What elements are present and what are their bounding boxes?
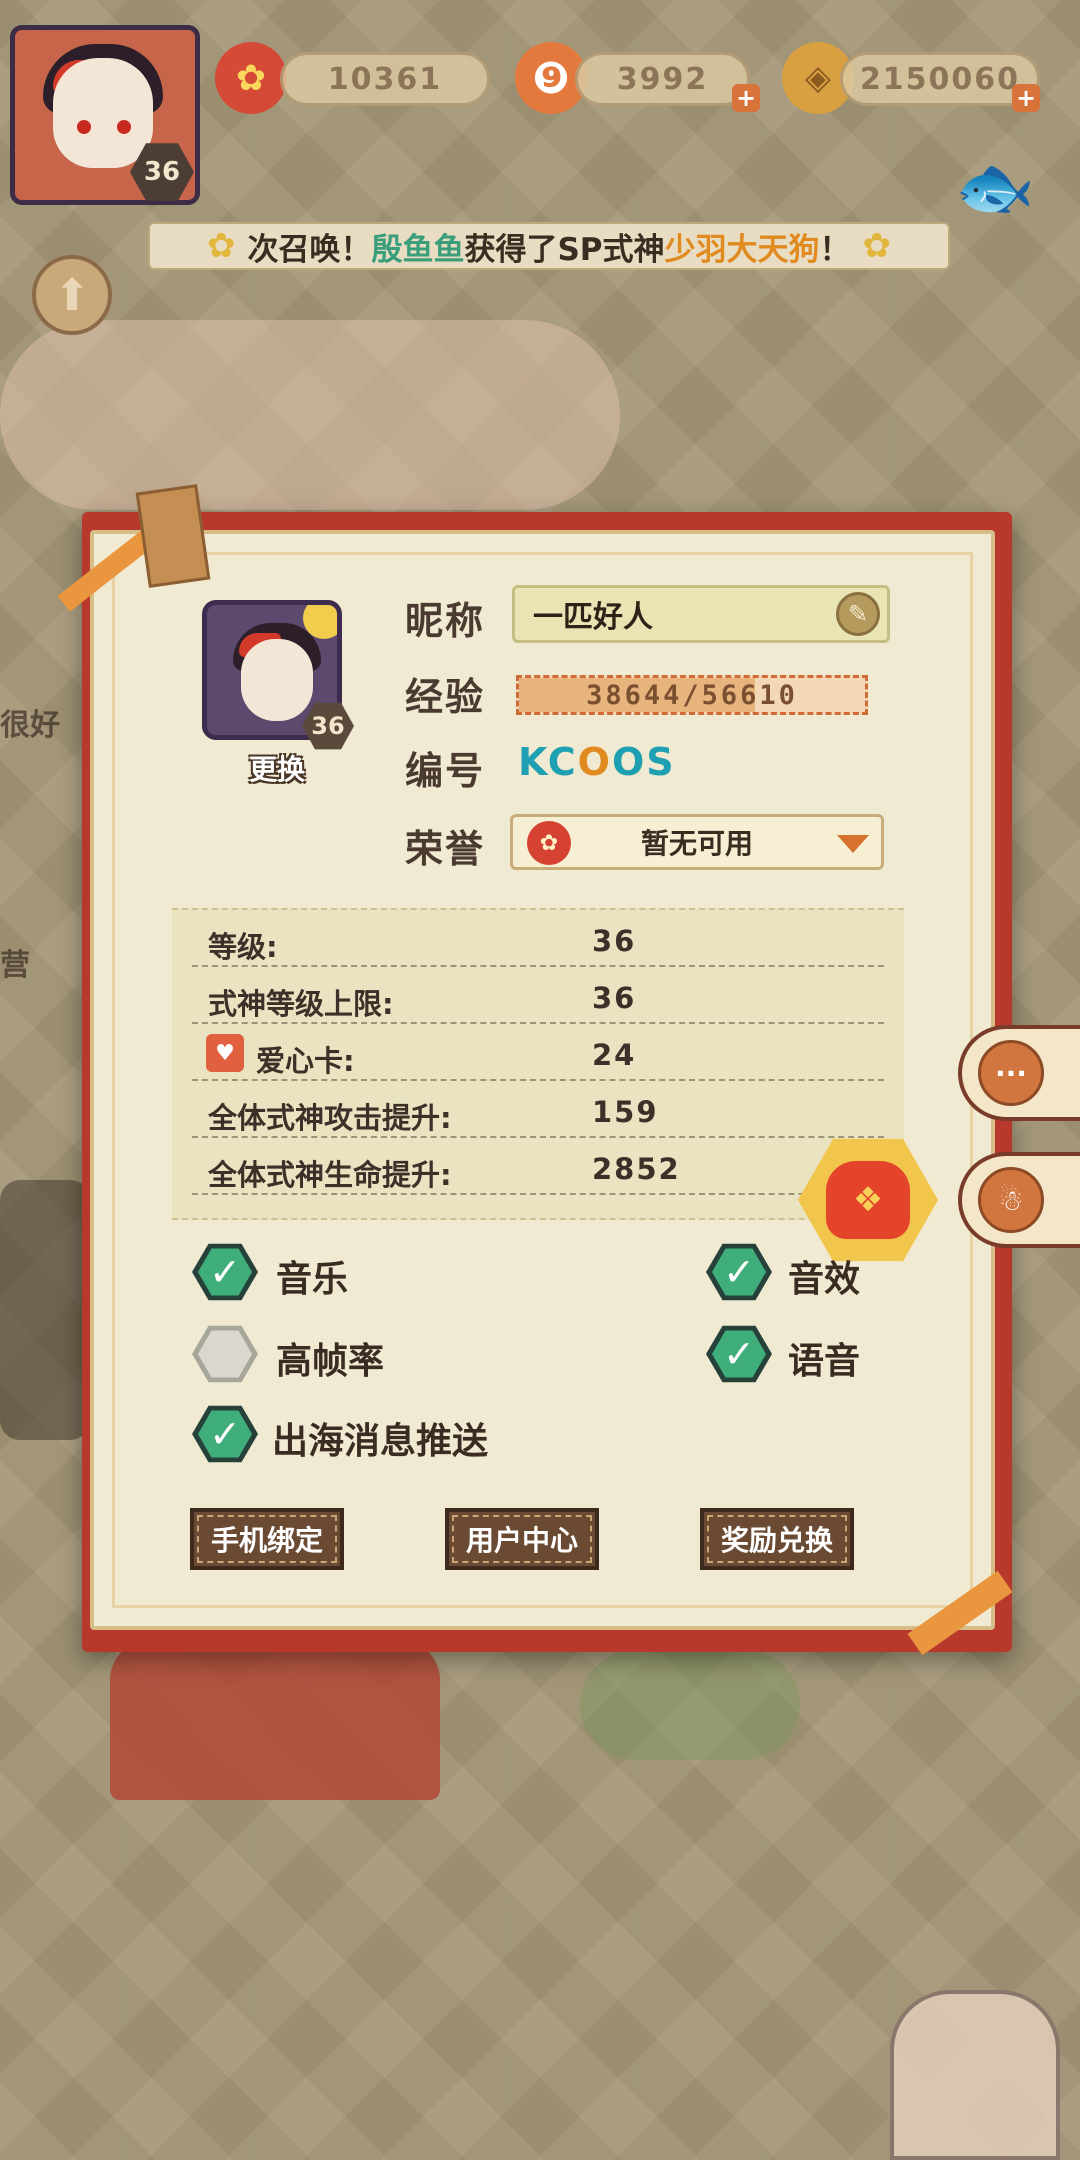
background-cloud-decoration (0, 320, 620, 510)
stat-row-heart-card: ♥ 爱心卡: 24 (192, 1024, 884, 1081)
nickname-label: 昵称 (405, 599, 486, 643)
nickname-field[interactable]: 一匹好人 (512, 585, 890, 643)
avatar-eye (117, 120, 131, 134)
avatar-face (241, 639, 313, 721)
gift-bag-icon: ❖ (826, 1161, 910, 1239)
exp-progress-text: 38644/56610 (586, 679, 798, 711)
player-id-part: O (577, 740, 612, 784)
stat-row-hp-bonus: 全体式神生命提升: 2852 (192, 1138, 884, 1195)
edit-nickname-button[interactable]: ✎ (836, 592, 880, 636)
add-coin-button[interactable]: + (1012, 84, 1040, 112)
avatar-face (53, 58, 153, 168)
stat-label: 爱心卡: (256, 1044, 355, 1078)
id-label: 编号 (405, 749, 486, 793)
nickname-value: 一匹好人 (533, 600, 653, 635)
avatar-eye (77, 120, 91, 134)
level-up-arrow-button[interactable]: ⬆ (32, 255, 112, 335)
plum-flower-icon: ✿ (215, 42, 287, 114)
summon-announcement-banner: ✿ 次召唤！ 殷鱼鱼 获得了SP式神 少羽大天狗 ！ ✿ (148, 222, 950, 270)
flower-icon: ✿ (862, 226, 892, 266)
checkmark-icon: ✓ (712, 1330, 766, 1378)
chat-bubble-icon: ··· (978, 1040, 1044, 1106)
currency-coin-value: 2150060 (840, 52, 1040, 106)
stat-row-attack-bonus: 全体式神攻击提升: 159 (192, 1081, 884, 1138)
checkbox-empty (198, 1330, 252, 1378)
high-fps-label: 高帧率 (276, 1341, 385, 1382)
honor-label: 荣誉 (405, 827, 486, 871)
checkmark-icon: ✓ (712, 1248, 766, 1296)
exp-label: 经验 (405, 675, 486, 719)
stat-value: 24 (592, 1038, 637, 1072)
banner-player-name: 殷鱼鱼 (371, 231, 465, 268)
banner-suffix: ！ (819, 231, 851, 268)
sea-push-label: 出海消息推送 (272, 1421, 489, 1462)
add-magatama-button[interactable]: + (732, 84, 760, 112)
banner-middle: 获得了SP式神 (464, 231, 665, 268)
player-id-part: OS (611, 740, 676, 784)
stat-label: 全体式神攻击提升: (208, 1101, 452, 1135)
honor-dropdown[interactable]: ✿ 暂无可用 (510, 814, 884, 870)
stat-row-level: 等级: 36 (192, 910, 884, 967)
fish-decoration-icon: 🐟 (955, 151, 1035, 225)
checkmark-icon: ✓ (198, 1410, 252, 1458)
background-text: 很好 (0, 708, 60, 743)
phone-bind-button[interactable]: 手机绑定 (190, 1508, 344, 1570)
moon-ornament-icon (303, 605, 337, 639)
chat-side-button[interactable]: ··· (958, 1025, 1080, 1121)
change-avatar-button[interactable]: 更换 (232, 748, 322, 788)
plum-flower-icon: ✿ (527, 821, 571, 865)
music-label: 音乐 (276, 1259, 349, 1300)
background-foliage-decoration (580, 1650, 800, 1760)
doll-icon: ☃ (978, 1167, 1044, 1233)
user-center-button[interactable]: 用户中心 (445, 1508, 599, 1570)
stats-table: 等级: 36 式神等级上限: 36 ♥ 爱心卡: 24 全体式神攻击提升: 15… (172, 908, 904, 1220)
background-building-decoration (110, 1640, 440, 1800)
reward-redeem-button[interactable]: 奖励兑换 (700, 1508, 854, 1570)
stat-row-shikigami-level-cap: 式神等级上限: 36 (192, 967, 884, 1024)
stat-value: 36 (592, 924, 637, 958)
honor-selected-value: 暂无可用 (640, 827, 753, 860)
checkmark-icon: ✓ (198, 1248, 252, 1296)
flower-icon: ✿ (206, 226, 236, 266)
wooden-tag-decoration (135, 484, 211, 588)
player-id-value: KCOOS (518, 740, 676, 784)
currency-plum-value: 10361 (280, 52, 490, 106)
banner-shikigami-name: 少羽大天狗 (664, 231, 820, 268)
stat-value: 2852 (592, 1152, 681, 1186)
player-id-part: KC (518, 740, 578, 784)
exp-progress-bar: 38644/56610 (516, 675, 868, 715)
background-character-decoration (0, 1180, 90, 1440)
background-girl-decoration (890, 1990, 1060, 2160)
voice-label: 语音 (788, 1341, 861, 1382)
sfx-label: 音效 (788, 1259, 861, 1300)
heart-card-icon: ♥ (206, 1034, 244, 1072)
stat-value: 36 (592, 981, 637, 1015)
stat-value: 159 (592, 1095, 659, 1129)
stat-label: 式神等级上限: (208, 987, 394, 1021)
chevron-down-icon (837, 835, 869, 853)
stat-label: 全体式神生命提升: (208, 1158, 452, 1192)
stat-label: 等级: (208, 930, 278, 964)
banner-prefix: 次召唤！ (247, 231, 372, 268)
top-bar: 36 ✿ 10361 ❾ 3992 + ◈ 2150060 + (0, 0, 1080, 210)
currency-magatama-value: 3992 (575, 52, 750, 106)
character-side-button[interactable]: ☃ (958, 1152, 1080, 1248)
background-text: 营 (0, 948, 30, 983)
